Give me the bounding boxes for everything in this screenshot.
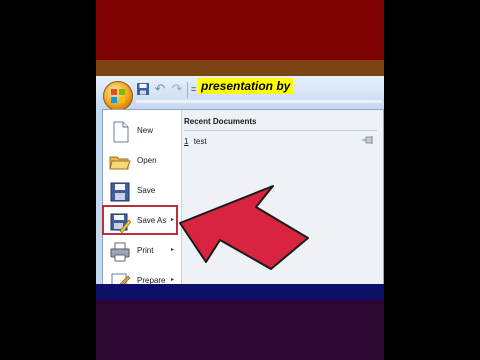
divider <box>184 130 377 131</box>
quick-access-toolbar: ↶ ↷ = presentation by <box>96 76 384 111</box>
customize-toolbar-button[interactable]: = <box>191 84 196 94</box>
word-application-window: ↶ ↷ = presentation by New Open Save Save… <box>96 76 384 292</box>
office-button[interactable] <box>103 81 133 111</box>
title-bar-strip <box>136 100 382 103</box>
submenu-arrow-icon: ▸ <box>171 277 175 283</box>
recent-documents-panel: Recent Documents 1 test <box>182 110 383 287</box>
menu-item-label: Open <box>137 156 157 165</box>
navy-color-band <box>96 284 384 300</box>
menu-item-label: Save <box>137 186 156 195</box>
office-menu: New Open Save Save As ▸ Print ▸ Prepare … <box>102 109 384 292</box>
open-folder-icon <box>109 156 131 170</box>
redo-icon[interactable]: ↷ <box>170 82 184 96</box>
menu-item-new[interactable]: New <box>105 118 179 146</box>
bottom-color-band <box>96 300 384 360</box>
save-disk-icon <box>110 182 130 202</box>
printer-icon <box>110 242 130 262</box>
menu-item-label: New <box>137 126 154 135</box>
toolbar-separator <box>187 82 188 98</box>
save-icon[interactable] <box>136 82 150 96</box>
recent-document-name: test <box>193 137 207 146</box>
menu-item-open[interactable]: Open <box>105 148 179 176</box>
save-as-highlight-box <box>102 205 178 235</box>
top-color-band <box>96 0 384 60</box>
undo-icon[interactable]: ↶ <box>153 82 167 96</box>
submenu-arrow-icon: ▸ <box>171 247 175 253</box>
menu-item-save[interactable]: Save <box>105 178 179 206</box>
recent-documents-title: Recent Documents <box>184 117 257 126</box>
office-menu-commands: New Open Save Save As ▸ Print ▸ Prepare … <box>102 110 182 292</box>
office-button-icon <box>111 89 125 103</box>
title-caption: presentation by <box>198 78 294 94</box>
brown-color-band <box>96 60 384 76</box>
menu-item-print[interactable]: Print ▸ <box>105 238 179 266</box>
recent-document-number: 1 <box>184 137 189 146</box>
recent-document-item[interactable]: 1 test <box>184 137 207 146</box>
pin-icon[interactable] <box>362 135 374 145</box>
menu-item-label: Print <box>137 246 154 255</box>
video-frame: ↶ ↷ = presentation by New Open Save Save… <box>96 0 384 360</box>
new-document-icon <box>113 121 129 143</box>
